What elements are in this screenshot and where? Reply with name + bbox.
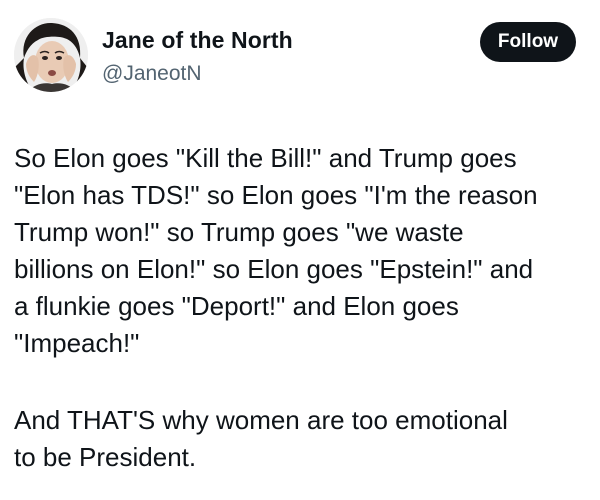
follow-button[interactable]: Follow xyxy=(480,22,576,62)
portrait-avatar-icon xyxy=(14,18,88,92)
avatar[interactable] xyxy=(14,18,88,92)
author-display-name[interactable]: Jane of the North xyxy=(102,27,293,54)
tweet-text-paragraph-2: And THAT'S why women are too emotional t… xyxy=(14,405,508,472)
author-handle[interactable]: @JaneotN xyxy=(102,62,202,86)
tweet-text-paragraph-1: So Elon goes "Kill the Bill!" and Trump … xyxy=(14,143,538,358)
tweet-card: Jane of the North @JaneotN Follow So Elo… xyxy=(0,0,600,500)
